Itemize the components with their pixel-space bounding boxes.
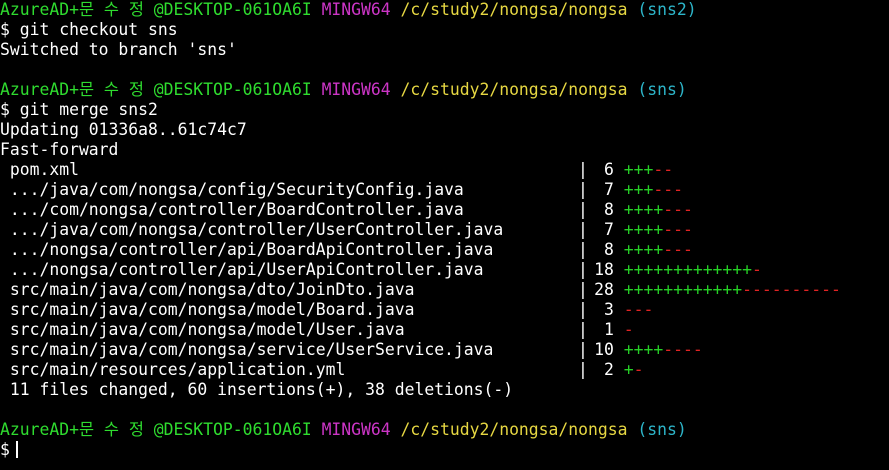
diffstat-plus: + <box>623 360 634 379</box>
prompt-user: AzureAD+문 수 정 @DESKTOP-061OA6I <box>0 80 312 99</box>
input-line[interactable]: $ <box>0 440 889 460</box>
prompt-env: MINGW64 <box>321 80 391 99</box>
diffstat-plus: ++++ <box>623 340 664 359</box>
prompt-branch: (sns) <box>637 420 687 439</box>
diffstat-minus: - <box>752 260 762 279</box>
diffstat-row: .../java/com/nongsa/config/SecurityConfi… <box>0 180 683 199</box>
diffstat-minus: - <box>633 360 644 379</box>
diffstat-row: src/main/java/com/nongsa/dto/JoinDto.jav… <box>0 280 841 299</box>
prompt-path: /c/study2/nongsa/nongsa <box>400 0 628 19</box>
prompt-user: AzureAD+문 수 정 @DESKTOP-061OA6I <box>0 0 312 19</box>
command-text: git checkout sns <box>19 20 178 39</box>
diffstat-count: 7 <box>604 220 614 239</box>
diffstat-row: pom.xml | 6 +++-- <box>0 160 674 179</box>
diffstat-file: .../java/com/nongsa/config/SecurityConfi… <box>0 180 464 199</box>
output-line: Switched to branch 'sns' <box>0 40 237 59</box>
diffstat-minus: --- <box>663 240 693 259</box>
prompt-header: AzureAD+문 수 정 @DESKTOP-061OA6I MINGW64 /… <box>0 420 889 440</box>
diffstat-file: src/main/resources/application.yml <box>0 360 346 379</box>
diffstat-file: .../java/com/nongsa/controller/UserContr… <box>0 220 504 239</box>
diffstat-count: 8 <box>604 240 614 259</box>
diffstat-plus: +++ <box>623 180 654 199</box>
diffstat-row: src/main/java/com/nongsa/model/Board.jav… <box>0 300 654 319</box>
diffstat-minus: ---- <box>663 340 703 359</box>
diffstat-count: 1 <box>604 320 614 339</box>
diffstat-minus: --- <box>663 200 693 219</box>
command-text: git merge sns2 <box>19 100 158 119</box>
diffstat-minus: --- <box>623 300 654 319</box>
diffstat-row: src/main/resources/application.yml | 2 +- <box>0 360 644 379</box>
diffstat-row: .../com/nongsa/controller/BoardControlle… <box>0 200 693 219</box>
prompt-header: AzureAD+문 수 정 @DESKTOP-061OA6I MINGW64 /… <box>0 0 889 20</box>
diffstat-minus: ---------- <box>742 280 841 299</box>
prompt-symbol: $ <box>0 440 10 459</box>
prompt-user: AzureAD+문 수 정 @DESKTOP-061OA6I <box>0 420 312 439</box>
diffstat-row: .../nongsa/controller/api/UserApiControl… <box>0 260 762 279</box>
terminal-window[interactable]: AzureAD+문 수 정 @DESKTOP-061OA6I MINGW64 /… <box>0 0 889 470</box>
prompt-branch: (sns) <box>637 80 687 99</box>
diffstat-file: src/main/java/com/nongsa/dto/JoinDto.jav… <box>0 280 415 299</box>
diffstat-plus: ++++ <box>623 200 664 219</box>
diffstat-plus: +++++++++++++ <box>623 260 753 279</box>
diffstat-minus: --- <box>663 220 693 239</box>
diffstat-summary: 11 files changed, 60 insertions(+), 38 d… <box>0 380 514 399</box>
diffstat-file: .../nongsa/controller/api/BoardApiContro… <box>0 240 494 259</box>
diffstat-count: 3 <box>604 300 614 319</box>
diffstat-file: src/main/java/com/nongsa/model/Board.jav… <box>0 300 415 319</box>
text-cursor-icon[interactable] <box>15 441 18 458</box>
diffstat-count: 18 <box>594 260 614 279</box>
diffstat-file: src/main/java/com/nongsa/model/User.java <box>0 320 405 339</box>
diffstat-row: .../nongsa/controller/api/BoardApiContro… <box>0 240 693 259</box>
prompt-env: MINGW64 <box>321 420 391 439</box>
diffstat-plus: +++ <box>623 160 654 179</box>
diffstat-minus: -- <box>653 160 674 179</box>
prompt-symbol: $ <box>0 20 10 39</box>
diffstat-count: 8 <box>604 200 614 219</box>
prompt-path: /c/study2/nongsa/nongsa <box>400 420 628 439</box>
prompt-env: MINGW64 <box>321 0 391 19</box>
prompt-header: AzureAD+문 수 정 @DESKTOP-061OA6I MINGW64 /… <box>0 80 889 100</box>
diffstat-count: 28 <box>594 280 614 299</box>
diffstat-count: 7 <box>604 180 614 199</box>
command-line: $ git merge sns2 <box>0 100 889 120</box>
diffstat-row: src/main/java/com/nongsa/model/User.java… <box>0 320 634 339</box>
prompt-branch: (sns2) <box>637 0 697 19</box>
output-line: Fast-forward <box>0 140 119 159</box>
diffstat-file: pom.xml <box>0 160 79 179</box>
diffstat-plus: ++++ <box>623 240 664 259</box>
diffstat-count: 2 <box>604 360 614 379</box>
diffstat-count: 10 <box>594 340 614 359</box>
diffstat-row: src/main/java/com/nongsa/service/UserSer… <box>0 340 703 359</box>
diffstat-count: 6 <box>604 160 614 179</box>
diffstat-file: src/main/java/com/nongsa/service/UserSer… <box>0 340 494 359</box>
diffstat: pom.xml | 6 +++-- .../java/com/nongsa/conf… <box>0 160 889 380</box>
diffstat-row: .../java/com/nongsa/controller/UserContr… <box>0 220 693 239</box>
diffstat-file: .../nongsa/controller/api/UserApiControl… <box>0 260 484 279</box>
prompt-path: /c/study2/nongsa/nongsa <box>400 80 628 99</box>
diffstat-minus: --- <box>653 180 683 199</box>
output-line: Updating 01336a8..61c74c7 <box>0 120 247 139</box>
diffstat-plus: ++++++++++++ <box>623 280 743 299</box>
diffstat-file: .../com/nongsa/controller/BoardControlle… <box>0 200 464 219</box>
diffstat-minus: - <box>623 320 634 339</box>
command-line: $ git checkout sns <box>0 20 889 40</box>
prompt-symbol: $ <box>0 100 10 119</box>
diffstat-plus: ++++ <box>623 220 664 239</box>
